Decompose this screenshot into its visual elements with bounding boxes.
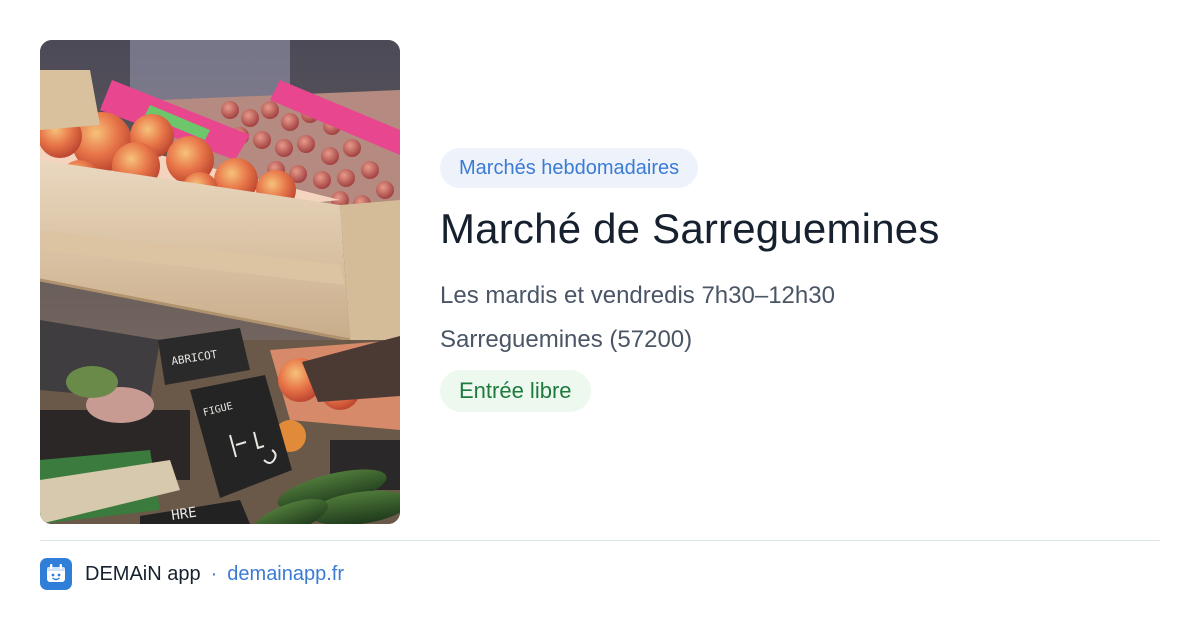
event-card[interactable]: ABRICOT FIGUE HRE Marchés hebdomadaires … (0, 0, 1200, 630)
domain-link[interactable]: demainapp.fr (227, 563, 344, 586)
event-title: Marché de Sarreguemines (440, 205, 940, 252)
demain-logo-icon[interactable] (40, 558, 72, 590)
price-badge: Entrée libre (440, 370, 591, 412)
footer: DEMAiN app · demainapp.fr (40, 558, 344, 590)
category-badge[interactable]: Marchés hebdomadaires (440, 148, 699, 188)
event-schedule: Les mardis et vendredis 7h30–12h30 (440, 282, 835, 309)
event-info: Marchés hebdomadaires Marché de Sarregue… (440, 148, 1160, 412)
event-location: Sarreguemines (57200) (440, 326, 693, 353)
footer-divider (40, 540, 1160, 541)
footer-separator: · (210, 562, 218, 585)
event-photo: ABRICOT FIGUE HRE (40, 40, 400, 524)
app-name: DEMAiN app (85, 562, 201, 585)
